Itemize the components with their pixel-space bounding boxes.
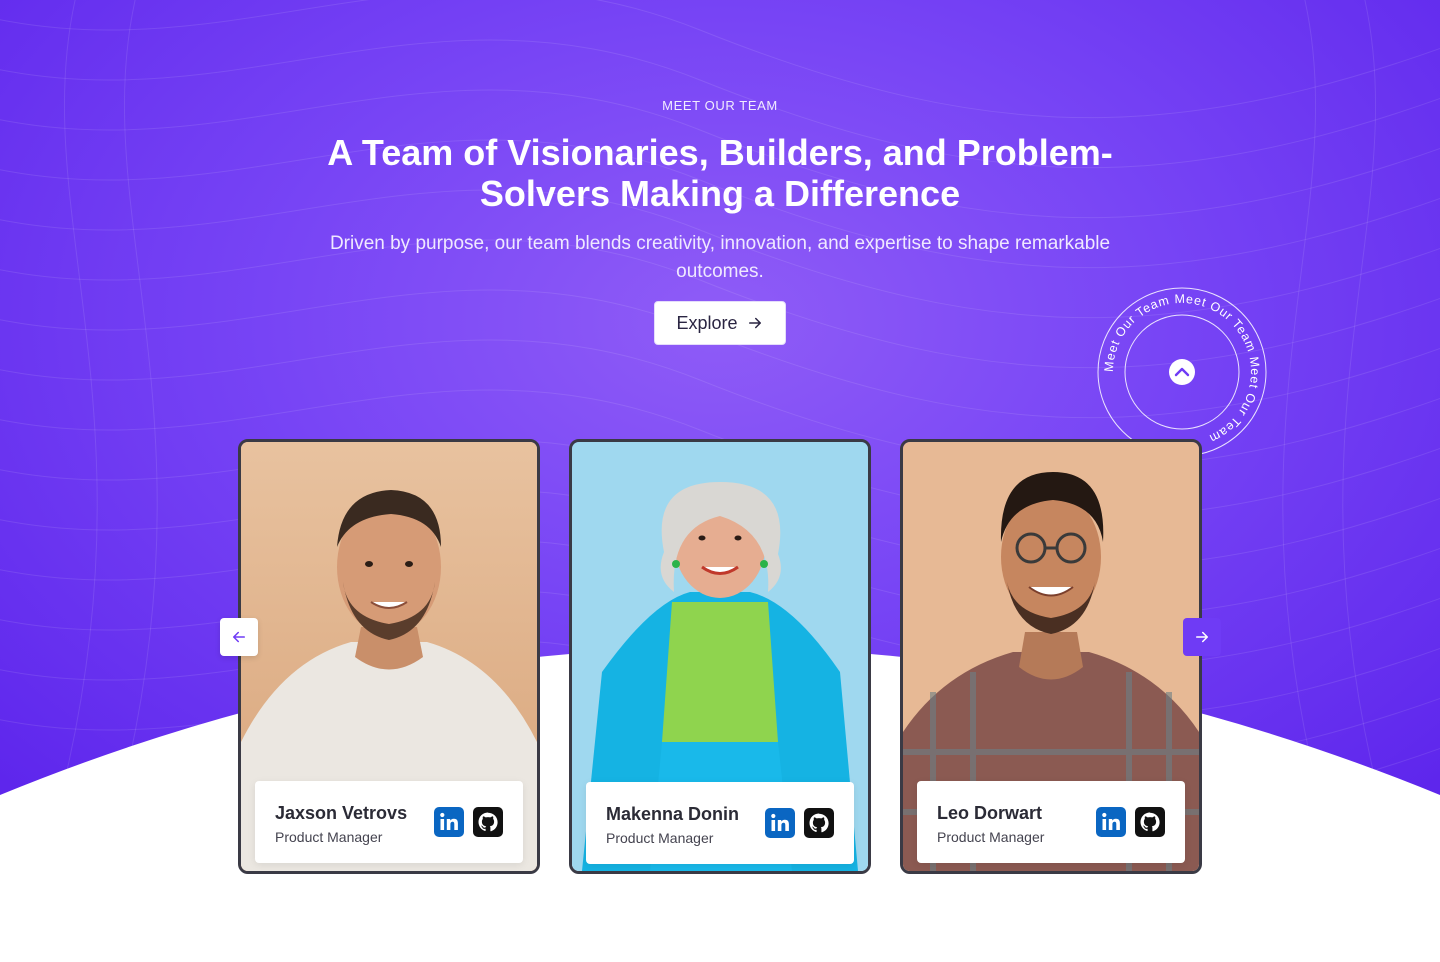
member-info-panel: Jaxson Vetrovs Product Manager (255, 781, 523, 863)
section-eyebrow: MEET OUR TEAM (662, 98, 778, 113)
arrow-left-icon (233, 631, 245, 643)
github-icon[interactable] (473, 807, 503, 837)
arrow-right-icon (748, 317, 761, 329)
github-icon[interactable] (1135, 807, 1165, 837)
carousel-prev-button[interactable] (220, 618, 258, 656)
member-role: Product Manager (606, 830, 714, 846)
explore-button[interactable]: Explore (654, 301, 786, 345)
team-card[interactable]: Jaxson Vetrovs Product Manager (238, 439, 540, 874)
page-title: A Team of Visionaries, Builders, and Pro… (327, 132, 1113, 214)
member-info-panel: Makenna Donin Product Manager (586, 782, 854, 864)
member-name: Jaxson Vetrovs (275, 803, 408, 823)
team-card[interactable]: Leo Dorwart Product Manager (900, 439, 1202, 874)
linkedin-icon[interactable] (434, 807, 464, 837)
chevron-up-icon (1169, 359, 1195, 385)
team-card[interactable]: Makenna Donin Product Manager (569, 439, 871, 874)
member-role: Product Manager (937, 829, 1045, 845)
member-name: Makenna Donin (606, 804, 740, 824)
linkedin-icon[interactable] (1096, 807, 1126, 837)
hero-description: Driven by purpose, our team blends creat… (329, 233, 1111, 282)
explore-button-label: Explore (676, 312, 738, 333)
member-name: Leo Dorwart (937, 803, 1043, 823)
arrow-right-icon (1196, 631, 1208, 643)
member-info-panel: Leo Dorwart Product Manager (917, 781, 1185, 863)
meet-our-team-badge: Meet Our Team Meet Our Team Meet Our Tea… (1097, 287, 1267, 457)
carousel-next-button[interactable] (1183, 618, 1221, 656)
member-role: Product Manager (275, 829, 383, 845)
linkedin-icon[interactable] (765, 808, 795, 838)
github-icon[interactable] (804, 808, 834, 838)
